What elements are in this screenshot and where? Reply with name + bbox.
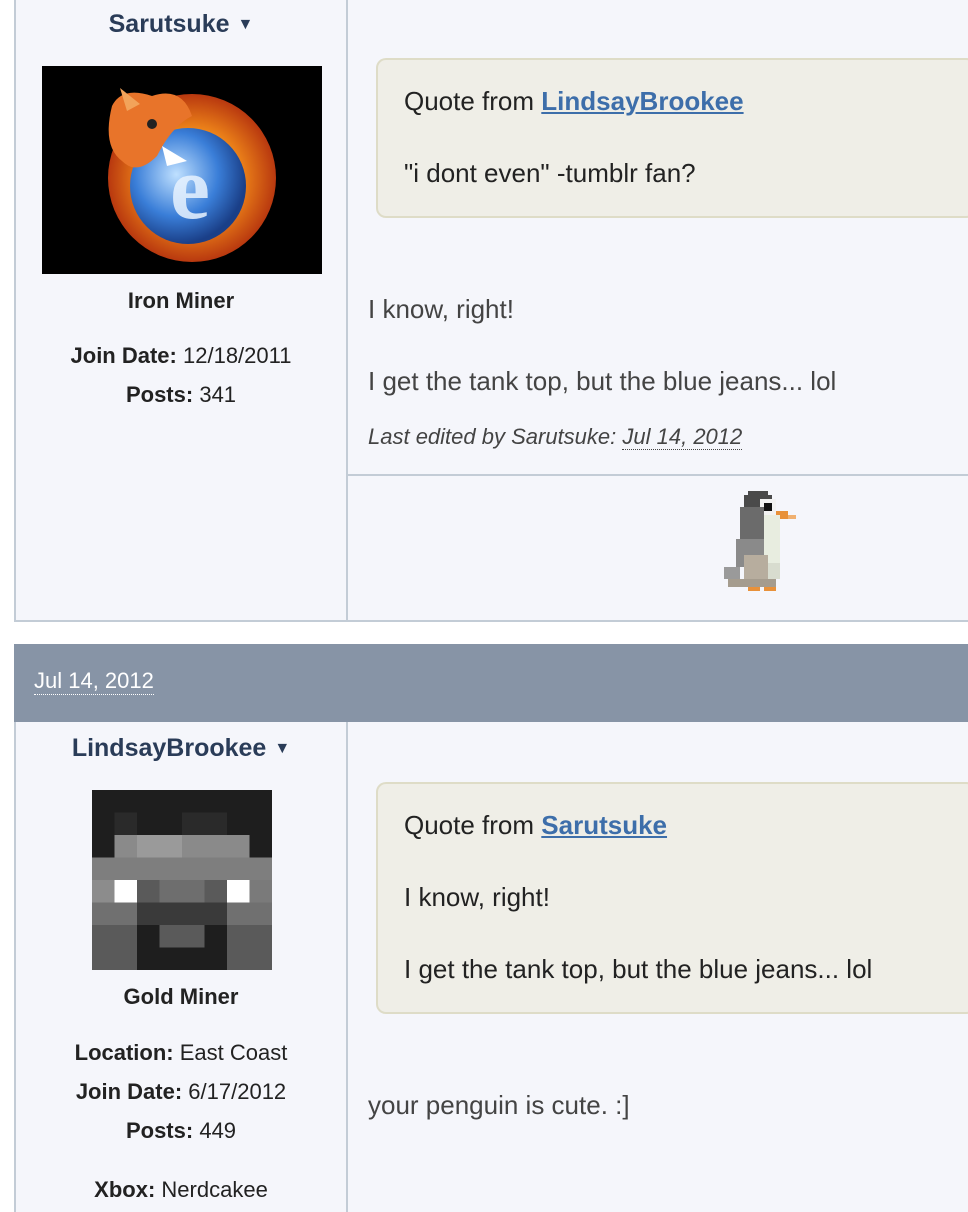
quote-text: I get the tank top, but the blue jeans..… xyxy=(404,954,873,984)
penguin-signature-image xyxy=(724,491,796,591)
join-date: Join Date: 6/17/2012 xyxy=(75,1079,287,1104)
user-rank: Iron Miner xyxy=(127,288,235,313)
xbox-gamertag: Xbox: Nerdcakee xyxy=(94,1177,268,1202)
post-date[interactable]: Jul 14, 2012 xyxy=(34,668,154,695)
post-count: Posts: 341 xyxy=(125,382,237,407)
user-info-pane: LindsayBrookee ▼ Gold Miner Location: Ea… xyxy=(16,722,348,1212)
username-link[interactable]: LindsayBrookee ▼ xyxy=(16,734,346,763)
svg-text:e: e xyxy=(170,139,210,238)
quote-text: I know, right! xyxy=(404,882,550,912)
location: Location: East Coast xyxy=(74,1040,288,1065)
post-date-bar: Jul 14, 2012 xyxy=(14,644,968,722)
user-rank: Gold Miner xyxy=(123,984,239,1009)
join-date: Join Date: 12/18/2011 xyxy=(70,343,292,368)
post-body-line: your penguin is cute. :] xyxy=(368,1090,630,1120)
post-body-line: I get the tank top, but the blue jeans..… xyxy=(368,366,837,396)
post-body-line: I know, right! xyxy=(368,294,514,324)
quote-block: Quote from Sarutsuke I know, right! I ge… xyxy=(376,782,968,1014)
caret-down-icon[interactable]: ▼ xyxy=(238,16,254,34)
avatar xyxy=(92,790,272,970)
post-count: Posts: 449 xyxy=(125,1118,237,1143)
quote-header: Quote from Sarutsuke xyxy=(404,810,668,840)
avatar: e xyxy=(42,66,322,274)
quote-text: "i dont even" -tumblr fan? xyxy=(404,158,696,188)
caret-down-icon[interactable]: ▼ xyxy=(274,740,290,758)
post-sarutsuke: Sarutsuke ▼ e Iron Miner Join Date: 12/1… xyxy=(14,0,968,622)
quote-author-link[interactable]: Sarutsuke xyxy=(541,810,667,840)
last-edited-note: Last edited by Sarutsuke: Jul 14, 2012 xyxy=(368,424,743,450)
quote-author-link[interactable]: LindsayBrookee xyxy=(541,86,743,116)
post-lindsaybrookee: LindsayBrookee ▼ Gold Miner Location: Ea… xyxy=(14,722,968,1212)
username-link[interactable]: Sarutsuke ▼ xyxy=(16,10,346,39)
quote-header: Quote from LindsayBrookee xyxy=(404,86,744,116)
signature-divider xyxy=(346,474,968,476)
quote-block: Quote from LindsayBrookee "i dont even" … xyxy=(376,58,968,218)
user-info-pane: Sarutsuke ▼ e Iron Miner Join Date: 12/1… xyxy=(16,0,348,620)
edited-date: Jul 14, 2012 xyxy=(622,424,743,450)
